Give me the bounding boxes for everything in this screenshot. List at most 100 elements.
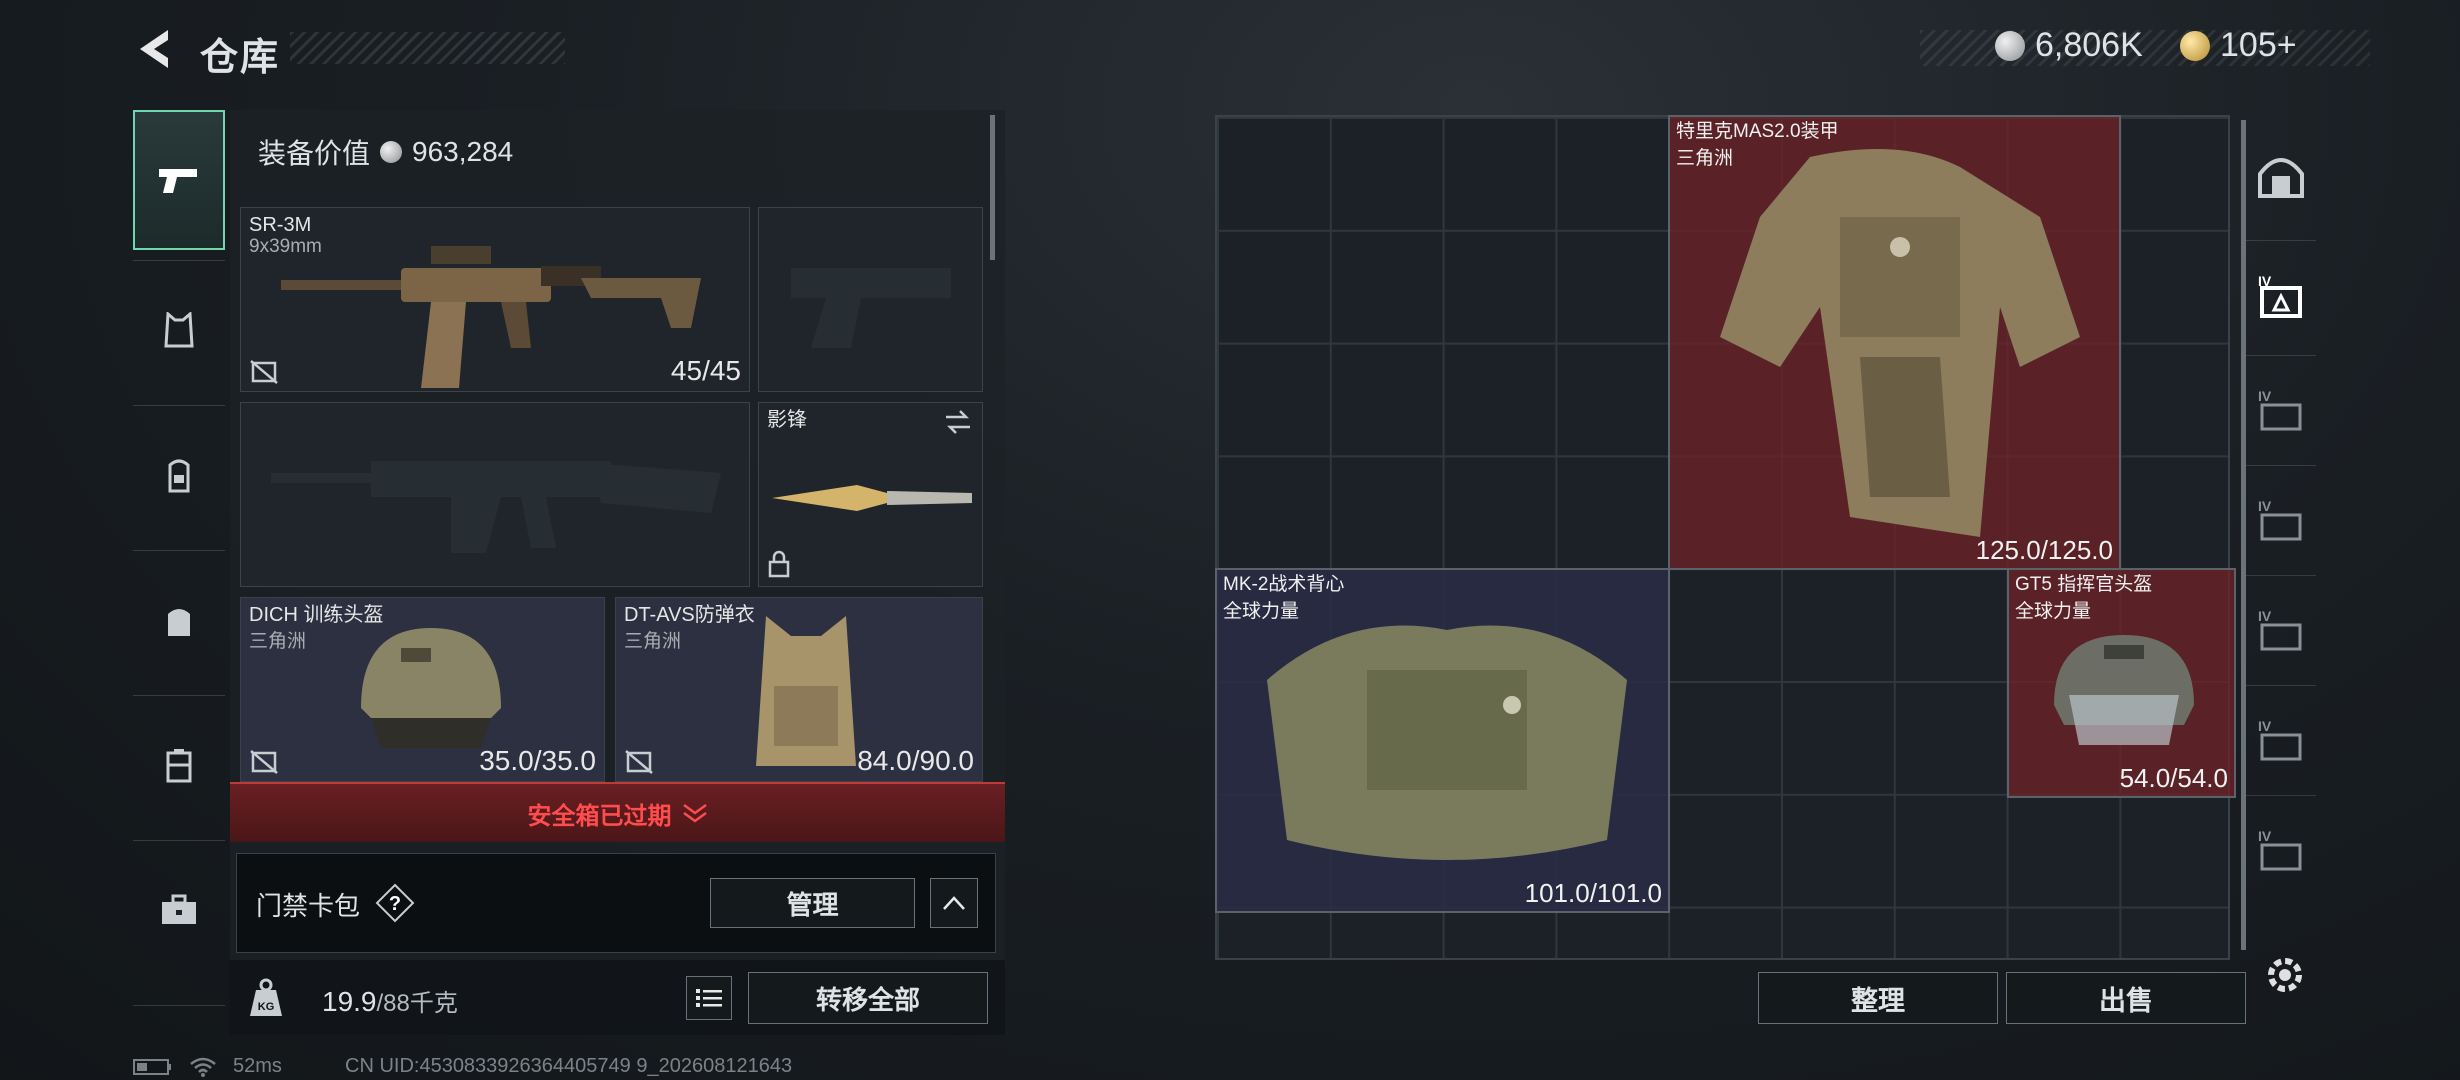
tactical-vest-image: [1267, 625, 1627, 860]
primary-weapon-slot[interactable]: SR-3M 9x39mm 45/45: [240, 207, 750, 392]
item-name: MK-2战术背心: [1223, 574, 1345, 595]
silver-coin-icon: [1995, 30, 2025, 61]
stash-item-mk2-vest[interactable]: MK-2战术背心 全球力量 101.0/101.0: [1215, 568, 1670, 913]
pistol-silhouette-icon: [791, 268, 951, 348]
back-arrow-icon: [140, 30, 168, 68]
stash-item-gt5-helmet[interactable]: GT5 指挥官头盔 全球力量 54.0/54.0: [2007, 568, 2236, 798]
title-stripe: [290, 32, 565, 64]
melee-name: 影锋: [767, 409, 807, 431]
bag-icon: [168, 609, 190, 636]
helmet-origin: 三角洲: [249, 631, 307, 652]
armor-name: DT-AVS防弹衣: [624, 604, 755, 626]
transfer-all-button[interactable]: 转移全部: [748, 972, 988, 1024]
item-durability: 101.0/101.0: [1524, 878, 1662, 908]
nav-toolbox[interactable]: [133, 850, 225, 970]
svg-text:IV: IV: [2258, 388, 2272, 404]
stash-page-4[interactable]: IV: [2236, 575, 2326, 685]
stash-page-icon: IV: [2258, 388, 2302, 431]
melee-slot[interactable]: 影锋: [758, 402, 983, 587]
stash-page-rail: IV IV IV IV IV IV: [2236, 110, 2326, 1030]
knife-image: [772, 485, 972, 511]
item-name: GT5 指挥官头盔: [2015, 574, 2153, 595]
armor-durability: 84.0/90.0: [857, 745, 974, 776]
nav-weapons[interactable]: [133, 110, 225, 250]
sort-button[interactable]: 整理: [1758, 972, 1998, 1024]
svg-text:IV: IV: [2258, 608, 2272, 624]
sell-button[interactable]: 出售: [2006, 972, 2246, 1024]
status-bar: 52ms: [133, 1055, 282, 1078]
swap-icon[interactable]: [942, 409, 974, 435]
secondary-weapon-slot[interactable]: [240, 402, 750, 587]
carry-weight: 19.9/88千克: [322, 983, 458, 1018]
stash-page-6[interactable]: IV: [2236, 795, 2326, 905]
svg-text:IV: IV: [2258, 718, 2272, 734]
nav-safe-case[interactable]: [133, 705, 225, 825]
gold-currency[interactable]: 105+: [2180, 26, 2297, 65]
equipment-value: 装备价值 963,284: [258, 132, 513, 172]
lock-icon: [768, 550, 790, 578]
list-icon: [696, 989, 722, 1007]
collapse-button[interactable]: [930, 878, 978, 928]
armor-vest-image: [756, 616, 856, 766]
chevron-down-icon: [682, 803, 707, 823]
svg-text:IV: IV: [2258, 498, 2272, 514]
item-durability: 54.0/54.0: [2119, 763, 2228, 793]
settings-gear-icon[interactable]: [2260, 950, 2310, 1000]
stash-page-all[interactable]: [2236, 120, 2326, 230]
gold-amount: 105+: [2220, 26, 2297, 64]
equip-value-amount: 963,284: [412, 136, 514, 167]
page-title: 仓库: [200, 37, 281, 79]
stash-page-2[interactable]: IV: [2236, 355, 2326, 465]
nav-bag[interactable]: [133, 560, 225, 680]
pistol-icon: [159, 169, 197, 193]
stash-page-1[interactable]: IV: [2236, 240, 2326, 350]
commander-helmet-image: [2054, 635, 2194, 745]
warning-text: 安全箱已过期: [527, 802, 672, 830]
svg-text:KG: KG: [258, 1001, 275, 1013]
stash-item-mas-armor[interactable]: 特里克MAS2.0装甲 三角洲 125.0/125.0: [1668, 115, 2121, 570]
weight-current: 19.9: [322, 986, 377, 1017]
vault-icon: [2258, 158, 2304, 198]
nav-backpack[interactable]: [133, 415, 225, 535]
help-mark: ?: [389, 893, 401, 915]
armor-slot[interactable]: DT-AVS防弹衣 三角洲 84.0/90.0: [615, 597, 983, 782]
currency-strip: [1920, 30, 2370, 66]
stash-page-icon: IV: [2258, 828, 2302, 871]
stash-page-5[interactable]: IV: [2236, 685, 2326, 795]
toolbox-icon: [162, 894, 196, 924]
loadout-nav: [133, 110, 225, 1010]
weapon-ammo: 45/45: [670, 355, 741, 386]
uid-text: CN UID:4530833926364405749 9_20260812164…: [345, 1055, 793, 1077]
backpack-icon: [168, 459, 190, 493]
sidearm-slot[interactable]: [758, 207, 983, 392]
stash-page-icon: IV: [2258, 718, 2302, 761]
vest-icon: [164, 312, 194, 348]
list-view-button[interactable]: [686, 976, 732, 1020]
gold-coin-icon: [2180, 30, 2210, 61]
helmet-slot[interactable]: DICH 训练头盔 三角洲 35.0/35.0: [240, 597, 605, 782]
helmet-durability: 35.0/35.0: [479, 745, 596, 776]
safe-box-expired-banner[interactable]: 安全箱已过期: [230, 782, 1005, 842]
silver-amount: 6,806K: [2035, 26, 2143, 64]
wifi-icon: [190, 1057, 216, 1077]
manage-button[interactable]: 管理: [710, 878, 915, 928]
silver-currency[interactable]: 6,806K: [1995, 26, 2143, 65]
loadout-scrollbar[interactable]: [990, 115, 995, 260]
back-button[interactable]: [130, 24, 180, 74]
help-icon[interactable]: ?: [375, 883, 415, 923]
armor-origin: 三角洲: [624, 631, 682, 652]
equip-value-label: 装备价值: [258, 138, 371, 169]
item-origin: 全球力量: [2015, 601, 2092, 622]
keycard-label: 门禁卡包: [256, 891, 361, 921]
no-insure-icon: [250, 360, 278, 384]
chevron-up-icon: [943, 896, 965, 910]
heavy-armor-image: [1720, 149, 2080, 537]
stash-page-3[interactable]: IV: [2236, 465, 2326, 575]
no-insure-icon: [250, 750, 278, 774]
nav-vest[interactable]: [133, 270, 225, 390]
svg-text:IV: IV: [2258, 828, 2272, 844]
stash-page-active-icon: IV: [2258, 273, 2302, 318]
stash-grid[interactable]: 特里克MAS2.0装甲 三角洲 125.0/125.0 MK-2战术背心 全球力…: [1215, 115, 2236, 960]
case-icon: [166, 749, 192, 783]
rifle-silhouette-icon: [271, 461, 721, 553]
